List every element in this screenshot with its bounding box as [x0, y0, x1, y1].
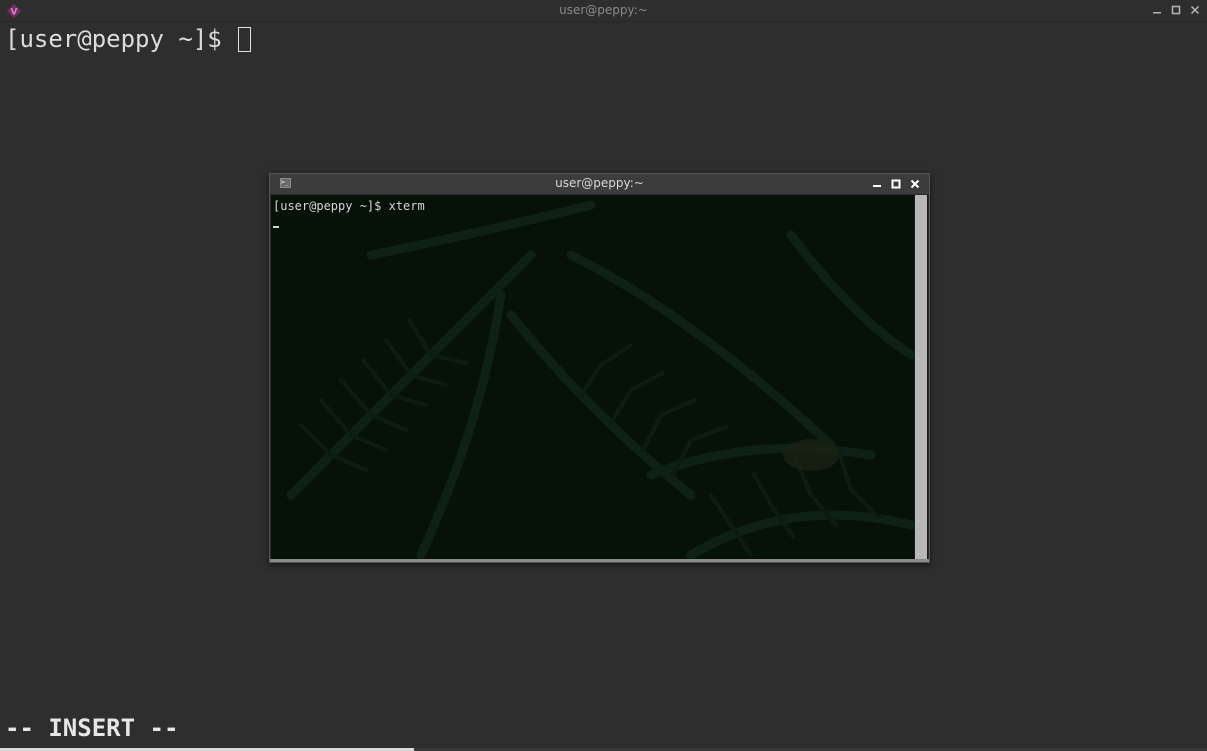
block-cursor: [238, 27, 252, 52]
outer-window-controls: [1150, 2, 1201, 18]
xterm-window-controls: [870, 176, 921, 192]
shell-prompt: [user@peppy ~]$: [5, 25, 237, 53]
xterm-titlebar[interactable]: >_ user@peppy:~: [270, 174, 929, 195]
close-icon[interactable]: [908, 176, 921, 192]
xterm-terminal-area[interactable]: [user@peppy ~]$ xterm: [271, 195, 914, 559]
xterm-command-line: [user@peppy ~]$ xterm: [273, 199, 425, 213]
xterm-scrollbar-thumb[interactable]: [915, 195, 927, 559]
xterm-bottom-border: [270, 559, 929, 562]
outer-window-title: user@peppy:~: [559, 3, 648, 17]
maximize-icon[interactable]: [1169, 2, 1182, 18]
underscore-cursor: [273, 226, 279, 228]
xterm-scrollbar[interactable]: [914, 195, 928, 559]
xterm-window-title: user@peppy:~: [555, 176, 644, 190]
close-icon[interactable]: [1188, 2, 1201, 18]
maximize-icon[interactable]: [889, 176, 902, 192]
vim-mode-status: -- INSERT --: [5, 714, 179, 742]
xterm-output: [user@peppy ~]$ xterm: [273, 197, 425, 233]
outer-terminal-content[interactable]: [user@peppy ~]$: [5, 24, 1207, 54]
minimize-icon[interactable]: [870, 176, 883, 192]
outer-titlebar[interactable]: V user@peppy:~: [0, 0, 1207, 22]
fern-wallpaper-background: [271, 195, 914, 559]
xterm-window[interactable]: >_ user@peppy:~ [user@peppy ~]$ xterm: [269, 173, 930, 563]
minimize-icon[interactable]: [1150, 2, 1163, 18]
